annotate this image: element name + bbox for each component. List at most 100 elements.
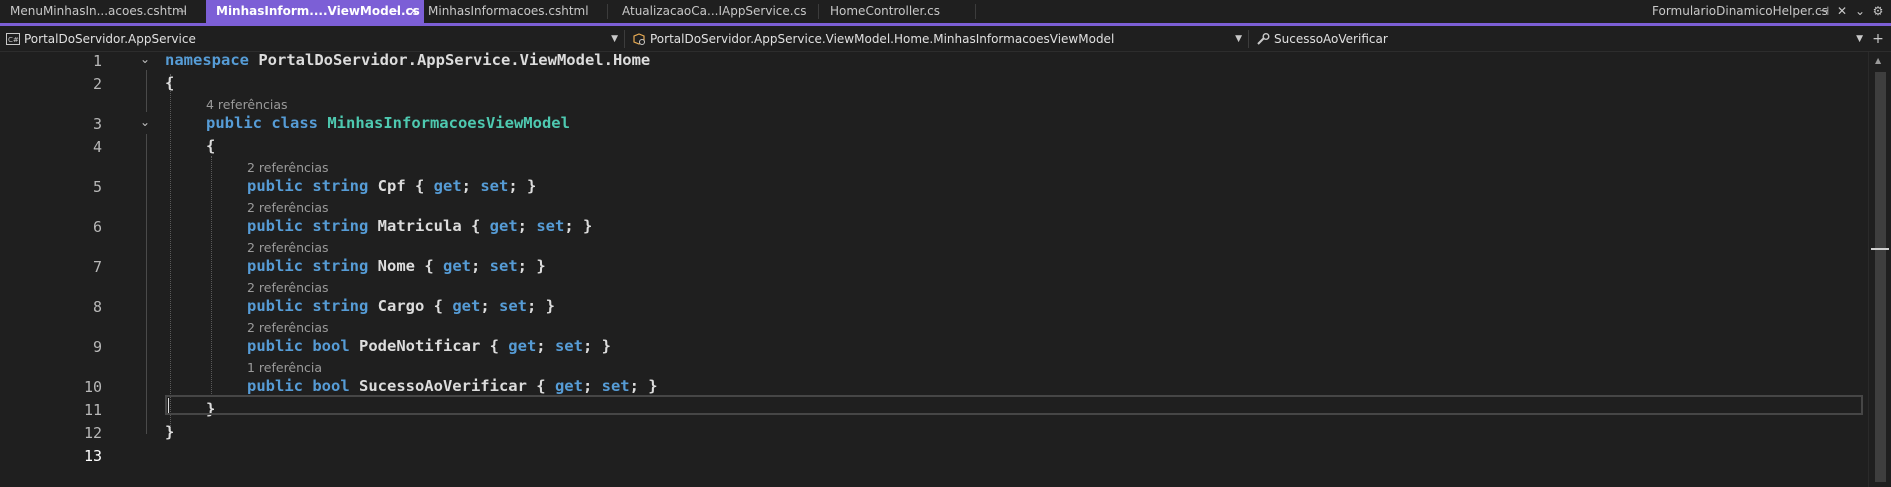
codelens-references[interactable]: 2 referências	[247, 240, 329, 255]
line-number: 4	[92, 138, 102, 156]
close-icon[interactable]: ✕	[409, 0, 418, 23]
tab-label: FormularioDinamicoHelper.cs	[1652, 4, 1827, 18]
line-number: 10	[83, 378, 102, 396]
property-name: SucessoAoVerificar {	[349, 377, 555, 395]
csharp-project-icon: C#	[6, 33, 20, 45]
settings-icon[interactable]: ⚙	[1870, 0, 1886, 23]
accessor: get	[508, 337, 537, 355]
keyword: public string	[247, 297, 369, 315]
document-tab-strip: MenuMinhasIn...acoes.cshtml ⊣ MinhasInfo…	[0, 0, 1891, 26]
pin-icon[interactable]: ⊣	[1816, 0, 1832, 23]
fold-outline	[146, 134, 147, 434]
pin-icon[interactable]: ⊣	[177, 0, 187, 23]
accessor: set	[489, 257, 518, 275]
tab-minhas-informacoes-cshtml[interactable]: MinhasInformacoes.cshtml	[418, 0, 607, 23]
indent-guide	[170, 74, 171, 434]
code-line-5: public string Cpf { get; set; }	[247, 177, 536, 195]
pin-icon[interactable]: ⊣	[391, 0, 401, 23]
code-editor[interactable]: 1 2 3 4 5 6 7 8 9 10 11 12 13 ⌄ ⌄ namesp…	[0, 51, 1868, 487]
punctuation: ; }	[564, 217, 593, 235]
project-name: PortalDoServidor.AppService	[24, 32, 196, 46]
accessor: get	[489, 217, 518, 235]
dropdown-arrow-icon: ▼	[1856, 34, 1863, 44]
code-line-6: public string Matricula { get; set; }	[247, 217, 592, 235]
code-line-8: public string Cargo { get; set; }	[247, 297, 555, 315]
fold-chevron-icon[interactable]: ⌄	[140, 52, 150, 66]
nav-divider	[624, 30, 625, 48]
line-number: 5	[92, 178, 102, 196]
class-name: MinhasInformacoesViewModel	[327, 114, 570, 132]
codelens-references[interactable]: 2 referências	[247, 200, 329, 215]
codelens-references[interactable]: 2 referências	[247, 280, 329, 295]
code-line-2: {	[165, 74, 175, 92]
close-icon[interactable]: ✕	[1834, 0, 1850, 23]
keyword: namespace	[165, 51, 249, 69]
project-dropdown[interactable]: C# PortalDoServidor.AppService ▼	[0, 29, 622, 49]
accessor: get	[433, 177, 462, 195]
scrollbar-thumb[interactable]	[1875, 72, 1886, 482]
punctuation: ; }	[517, 257, 546, 275]
codelens-references[interactable]: 4 referências	[206, 97, 288, 112]
scroll-up-arrow-icon[interactable]: ▲	[1875, 56, 1881, 65]
punctuation: ;	[536, 337, 555, 355]
add-icon[interactable]: +	[1870, 28, 1886, 51]
type-dropdown[interactable]: PortalDoServidor.AppService.ViewModel.Ho…	[626, 29, 1246, 49]
fold-chevron-icon[interactable]: ⌄	[140, 115, 150, 129]
nav-divider	[1248, 30, 1249, 48]
accessor: set	[499, 297, 527, 315]
namespace-name: PortalDoServidor.AppService.ViewModel.Ho…	[249, 51, 651, 69]
accessor: get	[442, 257, 471, 275]
text-caret	[168, 398, 169, 413]
tab-label: MenuMinhasIn...acoes.cshtml	[10, 4, 187, 18]
line-number: 3	[92, 115, 102, 133]
navigation-bar: C# PortalDoServidor.AppService ▼ PortalD…	[0, 26, 1891, 52]
tab-minhas-informacoes-viewmodel-cs[interactable]: MinhasInform....ViewModel.cs ⊣ ✕	[206, 0, 424, 23]
line-number-current: 13	[83, 447, 102, 465]
code-line-7: public string Nome { get; set; }	[247, 257, 546, 275]
keyword: public bool	[247, 337, 350, 355]
fold-outline	[146, 70, 147, 112]
property-name: Nome {	[368, 257, 443, 275]
tab-label: AtualizacaoCa...IAppService.cs	[622, 4, 807, 18]
tab-formulario-dinamico-helper-cs[interactable]: FormularioDinamicoHelper.cs	[1642, 0, 1827, 23]
tab-menu-minhas-informacoes-cshtml[interactable]: MenuMinhasIn...acoes.cshtml ⊣	[0, 0, 205, 23]
tab-home-controller-cs[interactable]: HomeController.cs	[820, 0, 975, 23]
punctuation: ;	[470, 257, 490, 275]
accessor: set	[536, 217, 565, 235]
indent-guide	[211, 156, 212, 396]
current-line-highlight	[165, 395, 1863, 415]
code-line-4: {	[206, 137, 216, 155]
codelens-references[interactable]: 2 referências	[247, 320, 329, 335]
tab-divider	[818, 4, 819, 19]
property-wrench-icon	[1257, 33, 1270, 45]
class-icon	[633, 33, 645, 45]
punctuation: ; }	[629, 377, 658, 395]
tab-overflow-chevron-icon[interactable]: ⌄	[1852, 0, 1868, 23]
line-number: 8	[92, 298, 102, 316]
accessor: set	[554, 337, 583, 355]
punctuation: ;	[461, 177, 481, 195]
codelens-references[interactable]: 2 referências	[247, 160, 329, 175]
dropdown-arrow-icon: ▼	[1235, 34, 1242, 44]
member-dropdown[interactable]: SucessoAoVerificar ▼	[1250, 29, 1867, 49]
accessor: get	[554, 377, 583, 395]
svg-text:C#: C#	[8, 36, 19, 44]
codelens-references[interactable]: 1 referência	[247, 360, 322, 375]
keyword: public string	[247, 177, 369, 195]
punctuation: ; }	[527, 297, 555, 315]
vertical-scrollbar[interactable]: ▲	[1868, 52, 1891, 487]
line-number: 2	[92, 75, 102, 93]
line-number: 12	[83, 424, 102, 442]
code-line-10: public bool SucessoAoVerificar { get; se…	[247, 377, 658, 395]
line-number: 9	[92, 338, 102, 356]
tab-label: HomeController.cs	[830, 4, 941, 18]
punctuation: ; }	[508, 177, 537, 195]
keyword: public string	[247, 257, 369, 275]
punctuation: ; }	[582, 337, 611, 355]
punctuation: ;	[582, 377, 602, 395]
tab-atualizacao-appservice-cs[interactable]: AtualizacaoCa...IAppService.cs	[612, 0, 818, 23]
property-name: Cargo {	[368, 297, 453, 315]
accessor: set	[480, 177, 509, 195]
caret-position-marker	[1871, 248, 1889, 250]
keyword: public class	[206, 114, 318, 132]
